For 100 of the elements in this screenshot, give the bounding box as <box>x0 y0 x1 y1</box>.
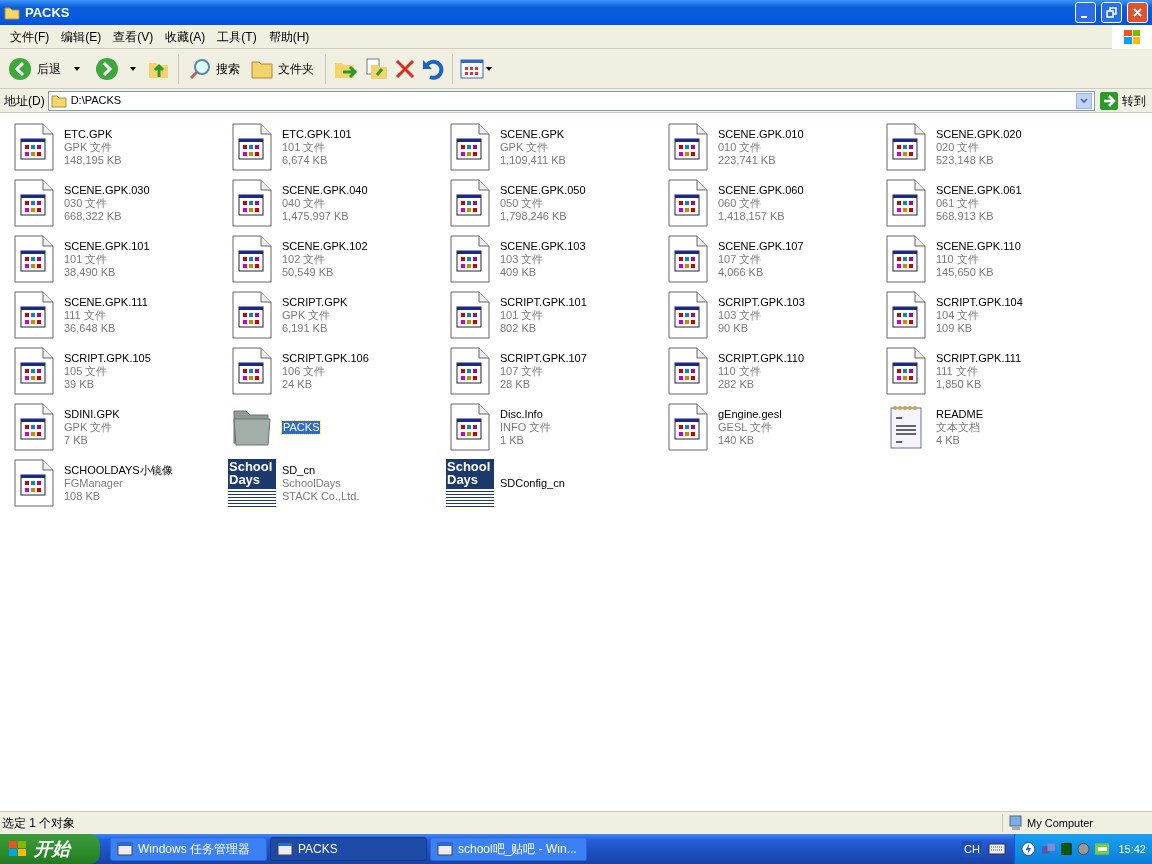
file-size: 50,549 KB <box>282 265 335 279</box>
file-name[interactable]: SCENE.GPK.050 <box>500 183 586 197</box>
application-file-icon <box>668 291 708 339</box>
file-name[interactable]: SCENE.GPK.030 <box>64 183 150 197</box>
close-button[interactable] <box>1127 2 1148 23</box>
start-button[interactable]: 开始 <box>0 834 100 864</box>
folder-icon <box>50 93 67 108</box>
file-name[interactable]: ETC.GPK.101 <box>282 127 352 141</box>
file-name[interactable]: SCRIPT.GPK.105 <box>64 351 151 365</box>
application-file-icon <box>450 123 490 171</box>
file-name[interactable]: SDConfig_cn <box>500 476 565 490</box>
copy-to-icon[interactable] <box>363 56 389 81</box>
file-name[interactable]: SCENE.GPK.111 <box>64 295 148 309</box>
application-file-icon <box>232 235 272 283</box>
file-name[interactable]: SCENE.GPK.010 <box>718 127 804 141</box>
language-indicator[interactable]: CH <box>962 840 982 858</box>
restore-button[interactable] <box>1101 2 1122 23</box>
file-name[interactable]: gEngine.gesl <box>718 407 782 421</box>
monitor-icon[interactable] <box>1060 842 1072 856</box>
taskbar-button[interactable]: Windows 任务管理器 <box>110 837 267 861</box>
go-arrow-icon <box>1100 91 1118 110</box>
file-name[interactable]: SCRIPT.GPK.111 <box>936 351 1022 365</box>
file-name[interactable]: SCENE.GPK.102 <box>282 239 368 253</box>
file-size: 802 KB <box>500 321 538 335</box>
folder-icon <box>231 407 273 447</box>
application-file-icon <box>886 291 926 339</box>
file-size: 1,798,246 KB <box>500 209 568 223</box>
file-size: 145,650 KB <box>936 265 995 279</box>
file-name[interactable]: ETC.GPK <box>64 127 122 141</box>
file-name[interactable]: SCRIPT.GPK.106 <box>282 351 369 365</box>
file-name[interactable]: SCENE.GPK.061 <box>936 183 1022 197</box>
file-name[interactable]: SCHOOLDAYS小镜像 <box>64 463 173 477</box>
file-size: 1,109,411 KB <box>500 153 566 167</box>
file-name[interactable]: SCENE.GPK.110 <box>936 239 1021 253</box>
file-name[interactable]: SCENE.GPK.060 <box>718 183 804 197</box>
file-type: SchoolDays <box>282 476 342 490</box>
application-file-icon <box>668 347 708 395</box>
file-name[interactable]: SCENE.GPK.020 <box>936 127 1022 141</box>
file-size: 39 KB <box>64 377 95 391</box>
menu-item[interactable]: 工具(T) <box>211 27 263 46</box>
file-name[interactable]: SCENE.GPK.040 <box>282 183 368 197</box>
dropdown-button[interactable] <box>1076 92 1092 109</box>
taskbar-button[interactable]: PACKS <box>270 837 427 861</box>
file-name[interactable]: SCENE.GPK.103 <box>500 239 586 253</box>
file-type: GPK 文件 <box>282 308 332 322</box>
application-file-icon <box>886 235 926 283</box>
application-file-icon <box>14 179 54 227</box>
file-name[interactable]: PACKS <box>282 420 321 434</box>
file-size: 523,148 KB <box>936 153 995 167</box>
file-name[interactable]: SCRIPT.GPK.104 <box>936 295 1023 309</box>
menu-item[interactable]: 帮助(H) <box>262 27 316 46</box>
views-grid-icon <box>460 58 484 79</box>
menu-item[interactable]: 查看(V) <box>107 27 160 46</box>
file-type: 104 文件 <box>936 308 981 322</box>
file-name[interactable]: SDINI.GPK <box>64 407 120 421</box>
application-file-icon <box>450 235 490 283</box>
menu-item[interactable]: 收藏(A) <box>159 27 212 46</box>
zone-text: My Computer <box>1027 815 1094 831</box>
file-name[interactable]: SD_cn <box>282 463 360 477</box>
application-file-icon <box>668 179 708 227</box>
file-name[interactable]: SCENE.GPK <box>500 127 566 141</box>
file-name[interactable]: SCRIPT.GPK.110 <box>718 351 804 365</box>
file-name[interactable]: SCRIPT.GPK.101 <box>500 295 587 309</box>
views-button[interactable] <box>460 58 492 79</box>
tray-app-icon[interactable] <box>1094 843 1110 855</box>
file-name[interactable]: SCENE.GPK.107 <box>718 239 804 253</box>
address-field[interactable]: D:\PACKS <box>47 90 1095 111</box>
file-name[interactable]: SCRIPT.GPK.103 <box>718 295 805 309</box>
file-type: 106 文件 <box>282 364 327 378</box>
menu-item[interactable]: 编辑(E) <box>55 27 108 46</box>
application-file-icon <box>14 347 54 395</box>
application-file-icon <box>886 179 926 227</box>
file-size: 109 KB <box>936 321 974 335</box>
speaker-icon[interactable] <box>1076 842 1090 856</box>
minimize-button[interactable] <box>1075 2 1096 23</box>
file-name[interactable]: SCENE.GPK.101 <box>64 239 150 253</box>
file-name[interactable]: Disc.Info <box>500 407 552 421</box>
caret-icon <box>486 66 492 71</box>
go-button[interactable]: 转到 <box>1098 91 1148 110</box>
caret-icon[interactable] <box>129 65 137 72</box>
file-name[interactable]: SCRIPT.GPK <box>282 295 348 309</box>
file-type: 103 文件 <box>500 252 545 266</box>
folders-button[interactable]: 文件夹 <box>246 57 318 80</box>
file-name[interactable]: SCRIPT.GPK.107 <box>500 351 587 365</box>
window-icon <box>437 842 453 856</box>
search-button[interactable]: 搜索 <box>186 56 242 81</box>
back-button[interactable]: 后退 <box>6 56 63 81</box>
caret-icon[interactable] <box>73 65 81 72</box>
application-file-icon <box>450 347 490 395</box>
application-file-icon <box>14 403 54 451</box>
file-size: 148,195 KB <box>64 153 122 167</box>
keyboard-icon[interactable] <box>988 843 1006 855</box>
lightning-icon[interactable] <box>1021 841 1036 857</box>
application-file-icon <box>886 123 926 171</box>
file-type: 020 文件 <box>936 140 981 154</box>
file-size: 6,674 KB <box>282 153 329 167</box>
file-name[interactable]: README <box>936 407 984 421</box>
menu-item[interactable]: 文件(F) <box>4 27 56 46</box>
file-type: 110 文件 <box>936 252 980 266</box>
taskbar-button[interactable]: school吧_贴吧 - Win... <box>430 837 587 861</box>
